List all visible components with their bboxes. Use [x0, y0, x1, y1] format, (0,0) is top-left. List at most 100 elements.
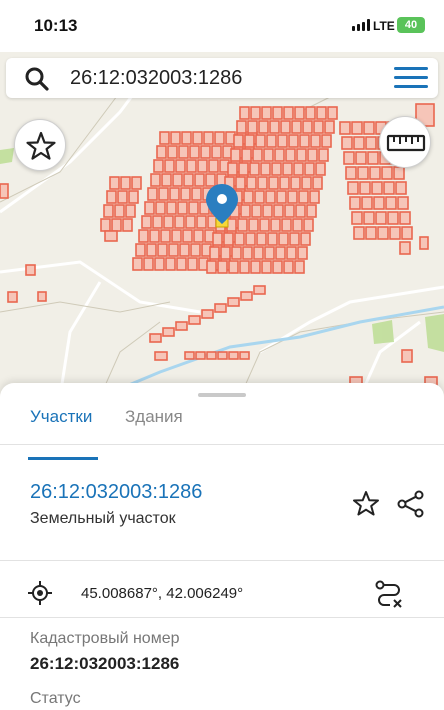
land-parcel	[309, 190, 320, 204]
land-parcel	[248, 218, 259, 232]
land-parcel	[297, 246, 308, 260]
status-time: 10:13	[34, 16, 78, 35]
land-parcel	[240, 291, 253, 301]
search-input[interactable]	[70, 64, 370, 92]
land-parcel	[153, 159, 164, 173]
star-icon	[353, 491, 379, 516]
land-parcel	[217, 351, 228, 360]
land-parcel	[246, 176, 257, 190]
land-parcel	[152, 215, 163, 229]
land-parcel	[282, 162, 293, 176]
land-parcel	[184, 351, 195, 360]
land-parcel	[419, 236, 429, 250]
land-parcel	[236, 120, 247, 134]
share-button[interactable]	[396, 489, 426, 519]
land-parcel	[143, 257, 154, 271]
tab-parcels[interactable]: Участки	[30, 407, 92, 427]
land-parcel	[228, 351, 239, 360]
land-parcel	[312, 176, 323, 190]
land-parcel	[305, 106, 316, 120]
land-parcel	[167, 145, 178, 159]
land-parcel	[278, 232, 289, 246]
land-parcel	[100, 218, 111, 232]
land-parcel	[341, 136, 353, 150]
search-icon[interactable]	[24, 66, 50, 92]
land-parcel	[274, 148, 285, 162]
land-parcel	[227, 162, 238, 176]
land-parcel	[250, 106, 261, 120]
land-parcel	[286, 246, 297, 260]
land-parcel	[318, 148, 329, 162]
land-parcel	[104, 230, 118, 242]
add-favorite-button[interactable]	[351, 489, 381, 519]
land-parcel	[169, 187, 180, 201]
land-parcel	[256, 232, 267, 246]
land-parcel	[238, 162, 249, 176]
land-parcel	[189, 145, 200, 159]
land-parcel	[373, 196, 385, 210]
cadastral-number-label: Кадастровый номер	[30, 630, 180, 647]
land-parcel	[251, 204, 262, 218]
land-parcel	[272, 260, 283, 274]
land-parcel	[298, 190, 309, 204]
land-parcel	[227, 297, 240, 307]
location-target-icon[interactable]	[28, 581, 52, 605]
parcel-id-link[interactable]: 26:12:032003:1286	[30, 481, 202, 504]
land-parcel	[159, 131, 170, 145]
favorites-button[interactable]	[14, 119, 66, 171]
land-parcel	[262, 204, 273, 218]
land-parcel	[157, 243, 168, 257]
land-parcel	[321, 134, 332, 148]
land-parcel	[149, 229, 160, 243]
ruler-button[interactable]	[379, 116, 431, 168]
land-parcel	[211, 145, 222, 159]
panel-drag-handle[interactable]	[198, 393, 246, 397]
tab-bar: Участки Здания	[0, 399, 444, 460]
land-parcel	[138, 229, 149, 243]
land-parcel	[188, 201, 199, 215]
land-parcel	[283, 106, 294, 120]
land-parcel	[233, 134, 244, 148]
land-parcel	[162, 327, 175, 337]
land-parcel	[155, 201, 166, 215]
land-parcel	[287, 190, 298, 204]
land-parcel	[367, 151, 379, 165]
land-parcel	[279, 176, 290, 190]
land-parcel	[223, 232, 234, 246]
land-parcel	[283, 260, 294, 274]
land-parcel	[7, 291, 18, 303]
tab-buildings[interactable]: Здания	[125, 407, 183, 427]
search-bar[interactable]	[6, 58, 438, 98]
land-parcel	[122, 218, 133, 232]
land-parcel	[235, 176, 246, 190]
route-icon[interactable]	[374, 579, 404, 609]
land-parcel	[185, 215, 196, 229]
map-view[interactable]	[0, 52, 444, 397]
land-parcel	[257, 176, 268, 190]
land-parcel	[237, 218, 248, 232]
land-parcel	[103, 204, 114, 218]
land-parcel	[313, 120, 324, 134]
land-parcel	[171, 229, 182, 243]
land-parcel	[357, 166, 369, 180]
map-canvas[interactable]	[0, 52, 444, 397]
land-parcel	[120, 176, 131, 190]
status-bar: 10:13 LTE 40	[0, 0, 444, 52]
land-parcel	[217, 260, 228, 274]
land-parcel	[375, 211, 387, 225]
land-parcel	[114, 204, 125, 218]
land-parcel	[303, 218, 314, 232]
land-parcel	[351, 211, 363, 225]
land-parcel	[214, 131, 225, 145]
land-parcel	[285, 148, 296, 162]
land-parcel	[37, 291, 47, 302]
divider	[0, 617, 444, 618]
land-parcel	[177, 201, 188, 215]
land-parcel	[212, 232, 223, 246]
land-parcel	[258, 120, 269, 134]
menu-icon[interactable]	[394, 67, 428, 89]
land-parcel	[261, 106, 272, 120]
share-icon	[397, 490, 424, 518]
land-parcel	[369, 166, 381, 180]
land-parcel	[270, 218, 281, 232]
